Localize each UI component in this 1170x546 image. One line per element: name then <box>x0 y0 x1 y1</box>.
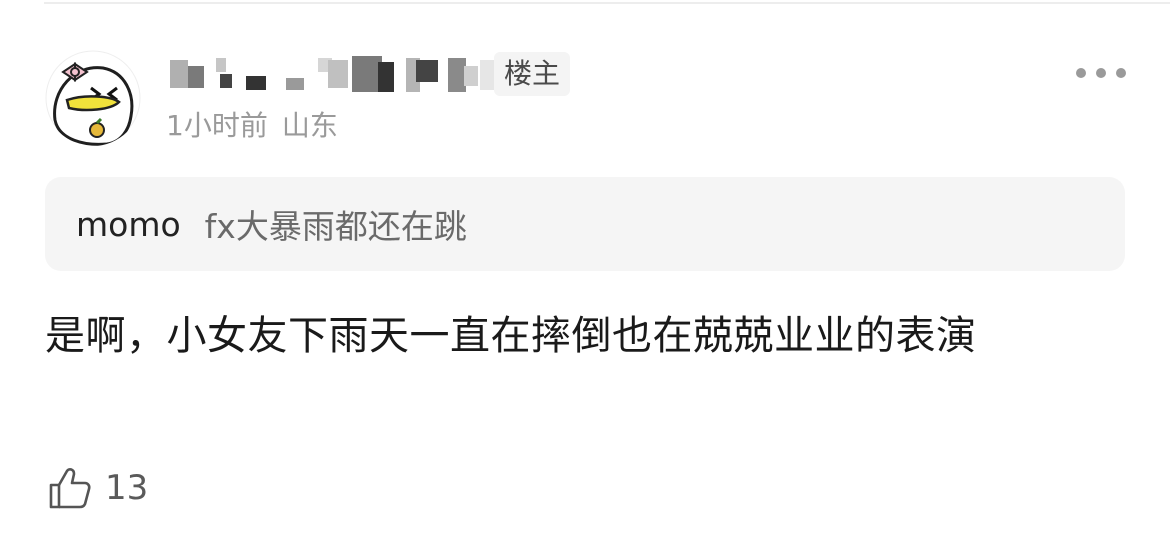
thumbs-up-icon <box>49 468 91 509</box>
op-badge: 楼主 <box>494 52 571 96</box>
username-mosaic <box>168 52 498 96</box>
comment-meta: 1小时前 山东 <box>166 106 338 146</box>
more-icon <box>1076 68 1086 78</box>
like-count: 13 <box>105 468 149 508</box>
comment-time: 1小时前 <box>166 109 268 142</box>
username-blurred[interactable] <box>168 52 498 96</box>
more-options-button[interactable] <box>1076 60 1126 86</box>
like-button[interactable]: 13 <box>47 464 148 512</box>
user-avatar[interactable] <box>45 50 141 146</box>
quoted-author[interactable]: momo <box>76 205 181 244</box>
comment-body: 是啊，小女友下雨天一直在摔倒也在兢兢业业的表演 <box>45 313 977 359</box>
more-icon-dot-3 <box>1116 68 1126 78</box>
top-divider <box>44 2 1170 4</box>
more-icon-dot-2 <box>1096 68 1106 78</box>
quoted-comment[interactable]: momo fx大暴雨都还在跳 <box>45 177 1125 271</box>
quoted-text: fx大暴雨都还在跳 <box>204 207 467 246</box>
avatar-icon <box>45 50 141 146</box>
comment-location: 山东 <box>281 109 338 142</box>
